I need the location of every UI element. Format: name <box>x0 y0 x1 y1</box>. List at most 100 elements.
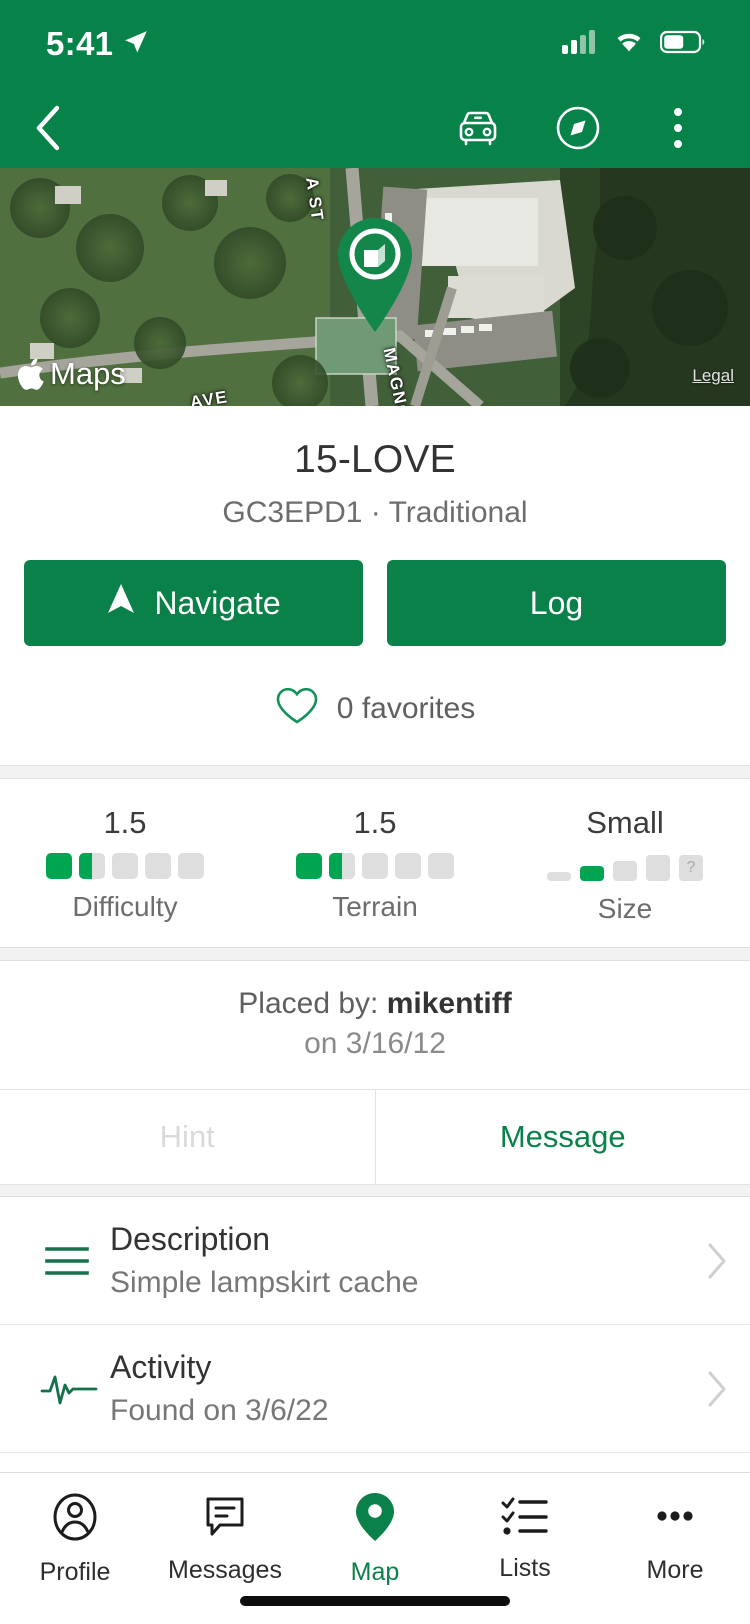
pip <box>296 853 322 879</box>
compass-icon[interactable] <box>550 100 606 156</box>
cache-location-pin[interactable] <box>332 216 418 339</box>
placed-by-section: Placed by: mikentiff on 3/16/12 <box>0 961 750 1089</box>
checklist-icon <box>498 1491 552 1544</box>
detail-content: 15-LOVE GC3EPD1 · Traditional Navigate L… <box>0 406 750 1472</box>
map-pin-icon <box>353 1491 397 1548</box>
back-button[interactable] <box>18 98 78 158</box>
terrain-pips <box>296 853 454 879</box>
pip <box>362 853 388 879</box>
size-pip-unknown: ? <box>679 855 703 881</box>
row-title: Description <box>110 1221 271 1257</box>
owner-name[interactable]: mikentiff <box>387 987 512 1020</box>
navigate-button[interactable]: Navigate <box>24 560 363 646</box>
placed-by-prefix: Placed by: <box>238 987 387 1020</box>
pip <box>395 853 421 879</box>
nav-actions <box>450 100 720 156</box>
description-lines-icon <box>28 1239 110 1283</box>
tab-label: Profile <box>39 1558 111 1586</box>
size-label: Size <box>597 893 653 924</box>
terrain-value: 1.5 <box>353 805 397 840</box>
legal-link[interactable]: Legal <box>692 366 734 386</box>
row-text: Activity Found on 3/6/22 <box>110 1349 682 1428</box>
home-indicator <box>240 1596 510 1606</box>
size-pip-regular <box>613 861 637 881</box>
favorites-count-label: 0 favorites <box>336 691 476 725</box>
ratings-section: 1.5 Difficulty 1.5 Terrain Small ? Size <box>0 779 750 947</box>
navigate-button-label: Navigate <box>154 584 281 621</box>
tab-label: Messages <box>168 1556 282 1584</box>
terrain-label: Terrain <box>332 891 418 922</box>
section-divider <box>0 765 750 779</box>
tab-map[interactable]: Map <box>300 1491 450 1587</box>
size-value: Small <box>586 805 664 840</box>
message-button[interactable]: Message <box>375 1090 750 1184</box>
map-preview[interactable]: A ST BARNETT AVE MAGNO AVE Maps Legal <box>0 168 750 406</box>
tab-label: Lists <box>499 1554 551 1582</box>
cellular-signal-icon <box>562 29 598 60</box>
rating-difficulty: 1.5 Difficulty <box>0 805 250 925</box>
pip <box>329 853 355 879</box>
size-pip-large <box>646 855 670 881</box>
rating-size: Small ? Size <box>500 805 750 925</box>
wifi-icon <box>612 29 646 60</box>
pip <box>428 853 454 879</box>
log-button[interactable]: Log <box>387 560 726 646</box>
tab-lists[interactable]: Lists <box>450 1491 600 1583</box>
page-title: 15-LOVE <box>294 438 456 481</box>
row-subtitle: Simple lampskirt cache <box>110 1266 419 1299</box>
difficulty-label: Difficulty <box>72 891 178 922</box>
apple-maps-attribution: Maps <box>18 356 126 392</box>
hint-message-row: Hint Message <box>0 1089 750 1185</box>
app-root: 5:41 A ST MAGNO AVE Maps Legal 15-LOVE G… <box>0 0 750 1624</box>
apple-logo-icon <box>18 358 44 390</box>
row-subtitle: Found on 3/6/22 <box>110 1394 329 1427</box>
difficulty-value: 1.5 <box>103 805 147 840</box>
hint-button[interactable]: Hint <box>0 1090 375 1184</box>
size-pips: ? <box>547 853 703 881</box>
cache-header: 15-LOVE GC3EPD1 · Traditional <box>0 406 750 530</box>
status-bar-left: 5:41 <box>46 25 149 63</box>
cache-code-type: GC3EPD1 · Traditional <box>222 496 528 529</box>
pip <box>46 853 72 879</box>
pulse-activity-icon <box>28 1369 110 1409</box>
status-time: 5:41 <box>46 25 114 62</box>
tab-label: More <box>646 1556 704 1584</box>
row-text: Description Simple lampskirt cache <box>110 1221 682 1300</box>
profile-person-icon <box>49 1491 101 1548</box>
chevron-right-icon <box>682 1370 728 1408</box>
navigate-arrow-icon <box>106 582 136 624</box>
section-divider <box>0 947 750 961</box>
row-description[interactable]: Description Simple lampskirt cache <box>0 1197 750 1325</box>
status-bar: 5:41 <box>0 0 750 88</box>
primary-actions: Navigate Log <box>0 530 750 646</box>
pip <box>145 853 171 879</box>
size-pip-micro <box>547 872 571 881</box>
heart-outline-icon <box>275 686 319 731</box>
battery-icon <box>659 30 706 59</box>
row-activity[interactable]: Activity Found on 3/6/22 <box>0 1325 750 1453</box>
row-title: Activity <box>110 1349 212 1385</box>
log-button-label: Log <box>529 584 584 621</box>
maps-label: Maps <box>50 356 126 391</box>
size-pip-small <box>580 866 604 881</box>
tab-profile[interactable]: Profile <box>0 1491 150 1587</box>
status-bar-right <box>562 29 706 60</box>
placed-by-line: Placed by: mikentiff <box>0 987 750 1021</box>
section-divider <box>0 1185 750 1197</box>
difficulty-pips <box>46 853 204 879</box>
tab-messages[interactable]: Messages <box>150 1491 300 1585</box>
favorites-row[interactable]: 0 favorites <box>0 646 750 765</box>
tab-more[interactable]: More <box>600 1491 750 1585</box>
navigation-bar <box>0 88 750 168</box>
overflow-menu-icon[interactable] <box>650 100 706 156</box>
car-icon[interactable] <box>450 100 506 156</box>
message-bubble-icon <box>200 1491 250 1546</box>
more-dots-icon <box>649 1491 701 1546</box>
rating-terrain: 1.5 Terrain <box>250 805 500 925</box>
pip <box>79 853 105 879</box>
pip <box>112 853 138 879</box>
tab-label: Map <box>350 1558 400 1586</box>
chevron-right-icon <box>682 1242 728 1280</box>
placed-date: on 3/16/12 <box>304 1027 446 1060</box>
pip <box>178 853 204 879</box>
